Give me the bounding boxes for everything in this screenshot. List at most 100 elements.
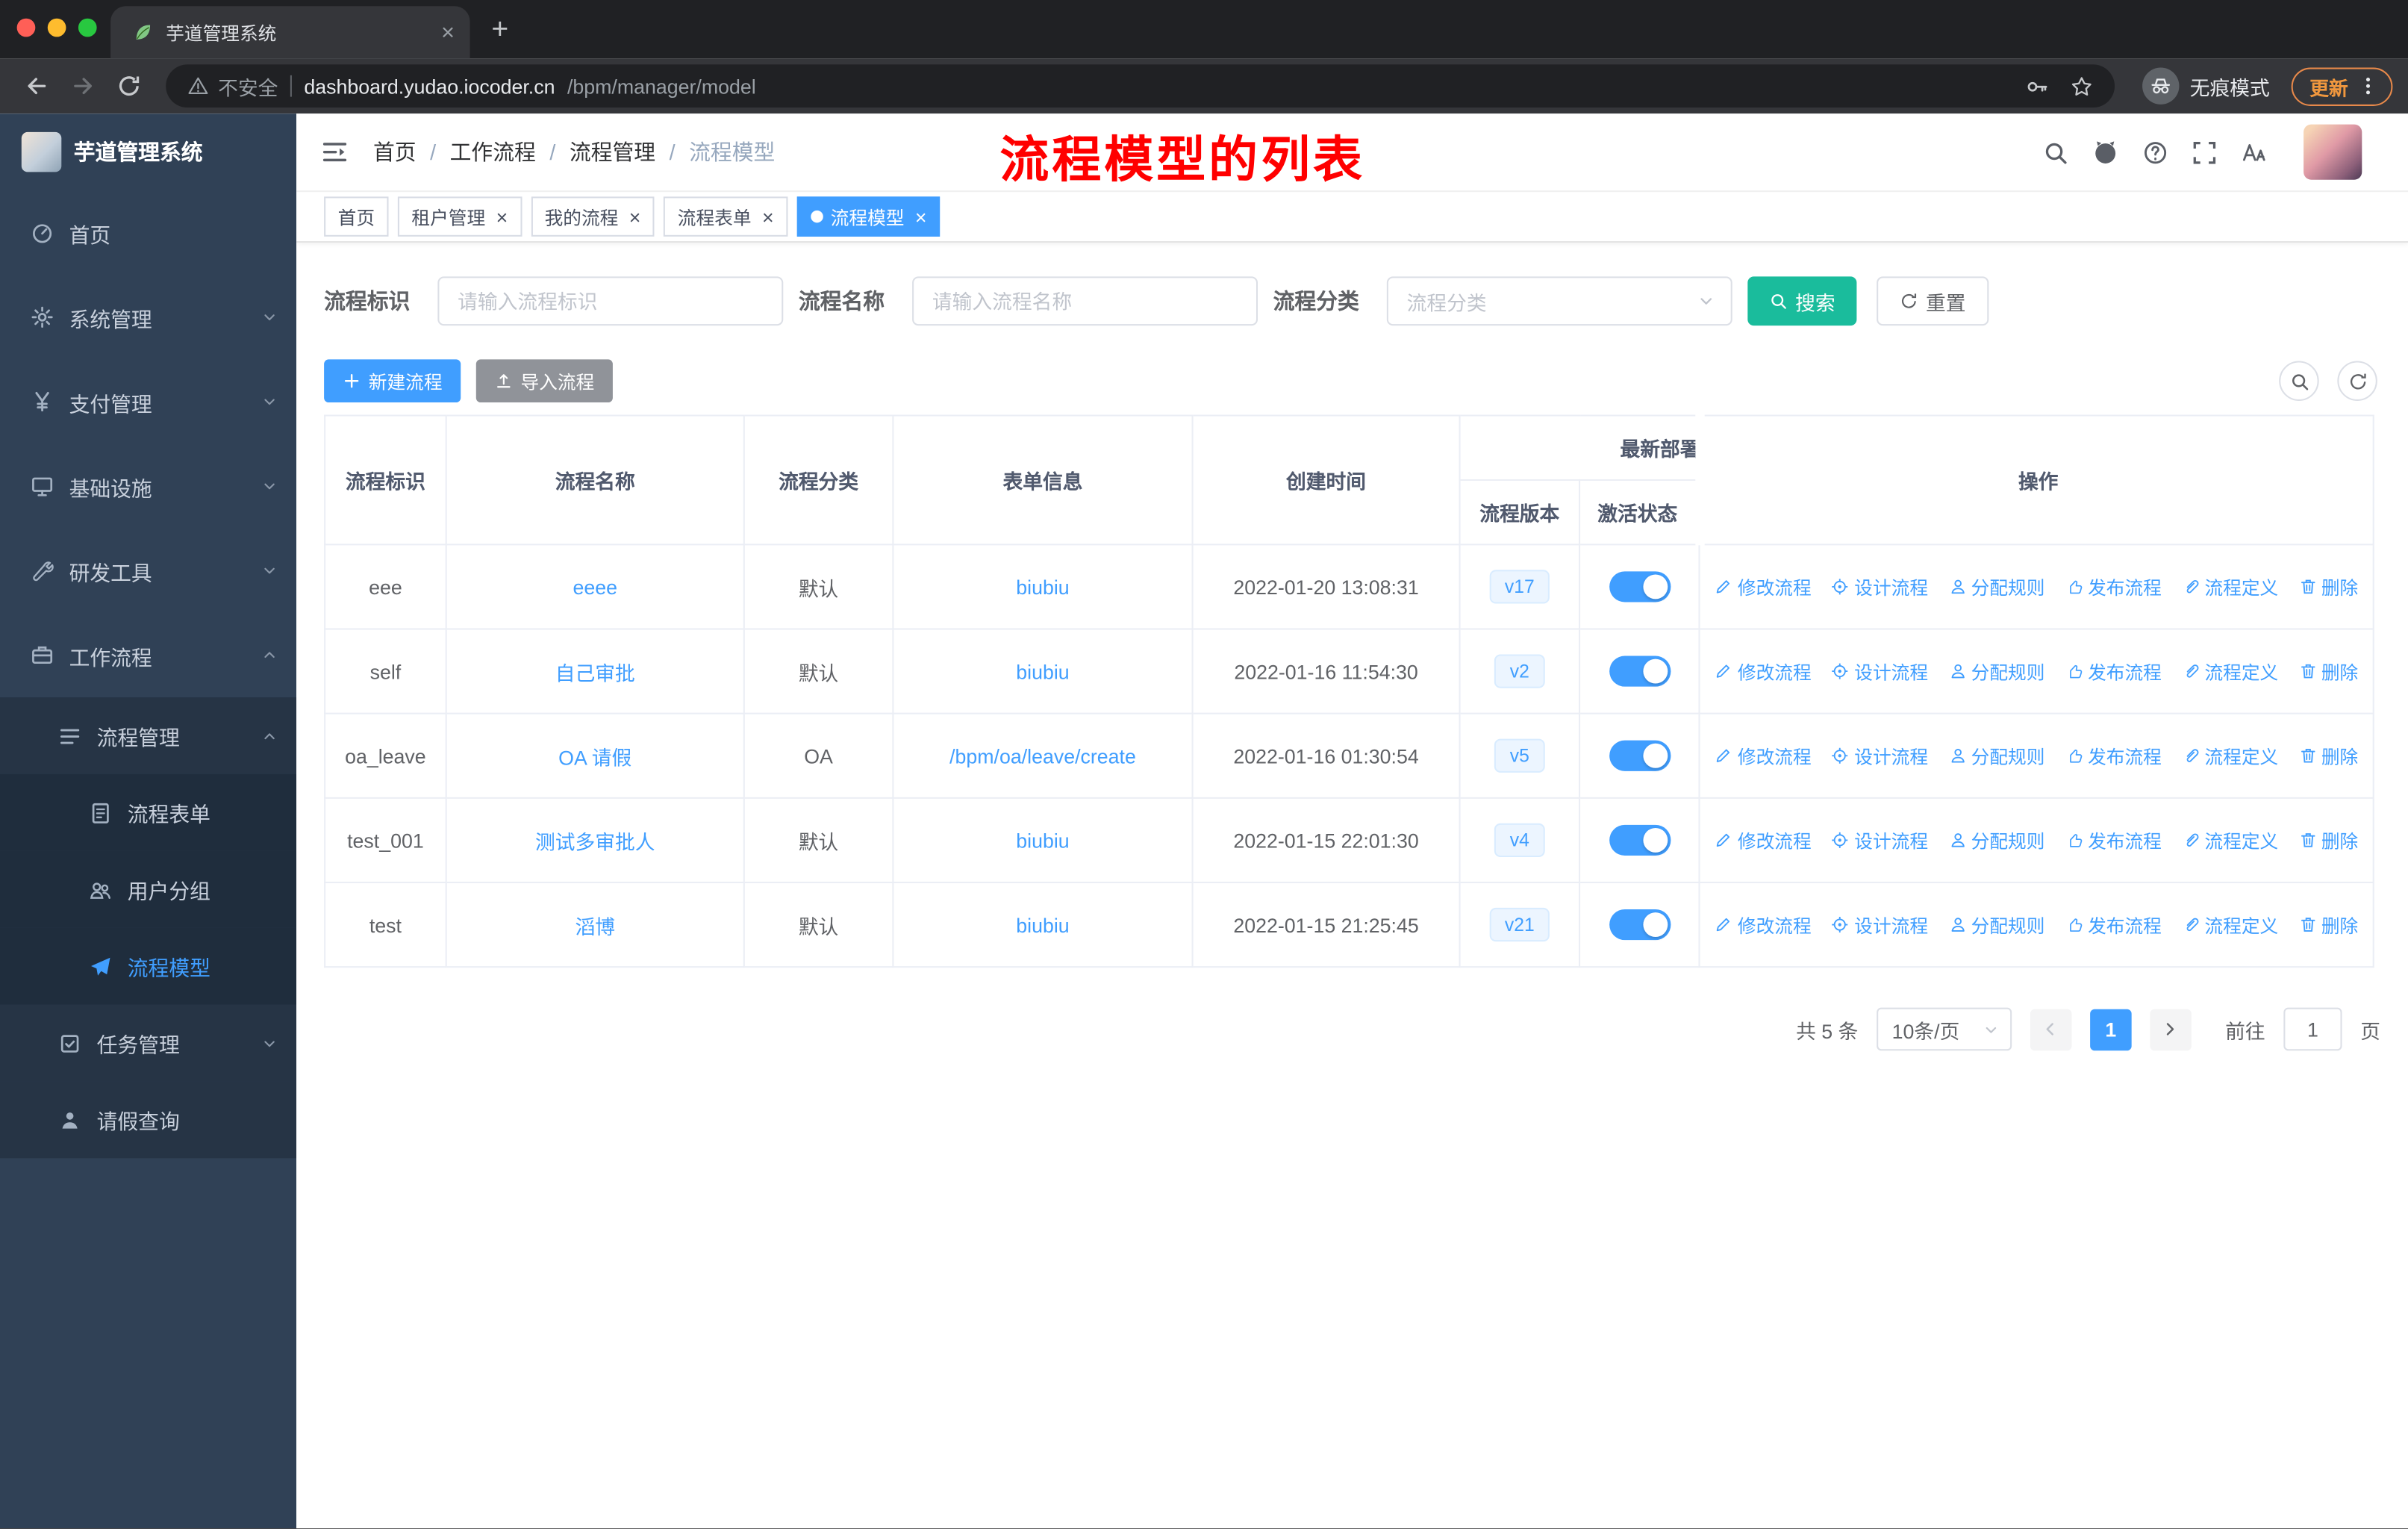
bookmark-star-icon[interactable] bbox=[2070, 75, 2093, 98]
sidebar-item-process-form[interactable]: 流程表单 bbox=[0, 773, 297, 851]
header-search-icon[interactable] bbox=[2042, 139, 2068, 165]
process-name-link[interactable]: 滔博 bbox=[575, 915, 615, 938]
font-size-icon[interactable] bbox=[2241, 138, 2268, 166]
sidebar-item-user-group[interactable]: 用户分组 bbox=[0, 850, 297, 928]
row-action-edit[interactable]: 修改流程 bbox=[1715, 743, 1812, 769]
row-action-publish[interactable]: 发布流程 bbox=[2065, 573, 2162, 600]
fullscreen-icon[interactable] bbox=[2192, 139, 2218, 165]
sidebar-item-home[interactable]: 首页 bbox=[0, 190, 296, 275]
row-action-design[interactable]: 设计流程 bbox=[1831, 912, 1928, 938]
form-info-link[interactable]: /bpm/oa/leave/create bbox=[949, 744, 1136, 767]
tab-close-icon[interactable]: × bbox=[441, 21, 455, 44]
process-name-link[interactable]: 测试多审批人 bbox=[535, 830, 655, 853]
goto-page-input[interactable] bbox=[2283, 1007, 2342, 1051]
breadcrumb-item[interactable]: 流程管理 bbox=[570, 137, 655, 167]
sidebar-item-workflow[interactable]: 工作流程 bbox=[0, 613, 296, 697]
toggle-search-button[interactable] bbox=[2279, 361, 2319, 401]
row-action-assign-rule[interactable]: 分配规则 bbox=[1948, 573, 2044, 600]
sidebar-collapse-button[interactable] bbox=[321, 138, 349, 166]
back-button[interactable] bbox=[16, 64, 59, 108]
process-id-input[interactable] bbox=[437, 276, 784, 326]
tab-close-icon[interactable]: × bbox=[762, 207, 774, 227]
new-tab-button[interactable]: + bbox=[491, 14, 508, 48]
page-tab-home[interactable]: 首页 bbox=[324, 196, 389, 237]
process-name-input[interactable] bbox=[912, 276, 1258, 326]
form-info-link[interactable]: biubiu bbox=[1016, 660, 1069, 683]
sidebar-item-infrastructure[interactable]: 基础设施 bbox=[0, 444, 296, 529]
sidebar-item-process-management[interactable]: 流程管理 bbox=[0, 697, 297, 774]
refresh-table-button[interactable] bbox=[2337, 361, 2377, 401]
active-toggle[interactable] bbox=[1609, 824, 1671, 856]
browser-menu-icon[interactable] bbox=[2357, 75, 2379, 97]
active-toggle[interactable] bbox=[1609, 740, 1671, 771]
row-action-delete[interactable]: 删除 bbox=[2298, 912, 2358, 938]
breadcrumb-item[interactable]: 工作流程 bbox=[450, 137, 536, 167]
window-zoom-button[interactable] bbox=[78, 18, 97, 37]
github-icon[interactable] bbox=[2092, 138, 2119, 166]
sidebar-item-payment[interactable]: 支付管理 bbox=[0, 359, 296, 443]
row-action-publish[interactable]: 发布流程 bbox=[2065, 912, 2162, 938]
form-info-link[interactable]: biubiu bbox=[1016, 913, 1069, 936]
page-tab-my-process[interactable]: 我的流程 × bbox=[531, 196, 655, 237]
create-process-button[interactable]: 新建流程 bbox=[324, 359, 461, 403]
row-action-definition[interactable]: 流程定义 bbox=[2182, 658, 2278, 685]
reset-button[interactable]: 重置 bbox=[1877, 276, 1989, 326]
row-action-design[interactable]: 设计流程 bbox=[1831, 743, 1928, 769]
row-action-edit[interactable]: 修改流程 bbox=[1715, 912, 1812, 938]
sidebar-item-process-model[interactable]: 流程模型 bbox=[0, 927, 297, 1005]
row-action-design[interactable]: 设计流程 bbox=[1831, 658, 1928, 685]
version-badge[interactable]: v21 bbox=[1489, 907, 1550, 942]
row-action-delete[interactable]: 删除 bbox=[2298, 827, 2358, 853]
help-icon[interactable] bbox=[2142, 139, 2168, 165]
page-tab-process-form[interactable]: 流程表单 × bbox=[664, 196, 788, 237]
process-name-link[interactable]: 自己审批 bbox=[555, 661, 635, 685]
page-number-button[interactable]: 1 bbox=[2090, 1008, 2132, 1050]
sidebar-item-dev-tools[interactable]: 研发工具 bbox=[0, 529, 296, 613]
row-action-assign-rule[interactable]: 分配规则 bbox=[1948, 658, 2044, 685]
row-action-publish[interactable]: 发布流程 bbox=[2065, 827, 2162, 853]
row-action-definition[interactable]: 流程定义 bbox=[2182, 573, 2278, 600]
row-action-edit[interactable]: 修改流程 bbox=[1715, 827, 1812, 853]
row-action-assign-rule[interactable]: 分配规则 bbox=[1948, 827, 2044, 853]
tab-close-icon[interactable]: × bbox=[629, 207, 641, 227]
sidebar-item-task-management[interactable]: 任务管理 bbox=[0, 1004, 297, 1082]
page-tab-tenant-management[interactable]: 租户管理 × bbox=[397, 196, 522, 237]
row-action-design[interactable]: 设计流程 bbox=[1831, 573, 1928, 600]
search-button[interactable]: 搜索 bbox=[1747, 276, 1857, 326]
sidebar-item-system[interactable]: 系统管理 bbox=[0, 275, 296, 359]
row-action-edit[interactable]: 修改流程 bbox=[1715, 573, 1812, 600]
user-avatar[interactable] bbox=[2303, 124, 2362, 180]
window-close-button[interactable] bbox=[16, 18, 36, 37]
password-manager-icon[interactable] bbox=[2026, 75, 2049, 98]
row-action-publish[interactable]: 发布流程 bbox=[2065, 743, 2162, 769]
url-bar[interactable]: 不安全 dashboard.yudao.iocoder.cn/bpm/manag… bbox=[166, 64, 2115, 108]
active-toggle[interactable] bbox=[1609, 571, 1671, 602]
site-security[interactable]: 不安全 bbox=[187, 72, 278, 101]
next-page-button[interactable] bbox=[2150, 1008, 2192, 1050]
import-process-button[interactable]: 导入流程 bbox=[475, 359, 613, 403]
tab-close-icon[interactable]: × bbox=[915, 207, 927, 227]
row-action-assign-rule[interactable]: 分配规则 bbox=[1948, 912, 2044, 938]
row-action-definition[interactable]: 流程定义 bbox=[2182, 912, 2278, 938]
browser-tab[interactable]: 芋道管理系统 × bbox=[110, 6, 470, 59]
update-button[interactable]: 更新 bbox=[2291, 66, 2393, 105]
row-action-edit[interactable]: 修改流程 bbox=[1715, 658, 1812, 685]
page-tab-process-model[interactable]: 流程模型 × bbox=[796, 196, 941, 237]
version-badge[interactable]: v4 bbox=[1494, 823, 1545, 858]
row-action-definition[interactable]: 流程定义 bbox=[2182, 743, 2278, 769]
active-toggle[interactable] bbox=[1609, 655, 1671, 687]
row-action-delete[interactable]: 删除 bbox=[2298, 743, 2358, 769]
version-badge[interactable]: v2 bbox=[1494, 654, 1545, 688]
window-minimize-button[interactable] bbox=[47, 18, 66, 37]
active-toggle[interactable] bbox=[1609, 909, 1671, 941]
app-logo[interactable]: 芋道管理系统 bbox=[0, 113, 296, 190]
version-badge[interactable]: v17 bbox=[1489, 570, 1550, 604]
reload-button[interactable] bbox=[107, 64, 151, 108]
row-action-delete[interactable]: 删除 bbox=[2298, 658, 2358, 685]
row-action-delete[interactable]: 删除 bbox=[2298, 573, 2358, 600]
process-name-link[interactable]: eeee bbox=[573, 575, 617, 598]
row-action-assign-rule[interactable]: 分配规则 bbox=[1948, 743, 2044, 769]
row-action-design[interactable]: 设计流程 bbox=[1831, 827, 1928, 853]
row-action-publish[interactable]: 发布流程 bbox=[2065, 658, 2162, 685]
forward-button[interactable] bbox=[61, 64, 105, 108]
